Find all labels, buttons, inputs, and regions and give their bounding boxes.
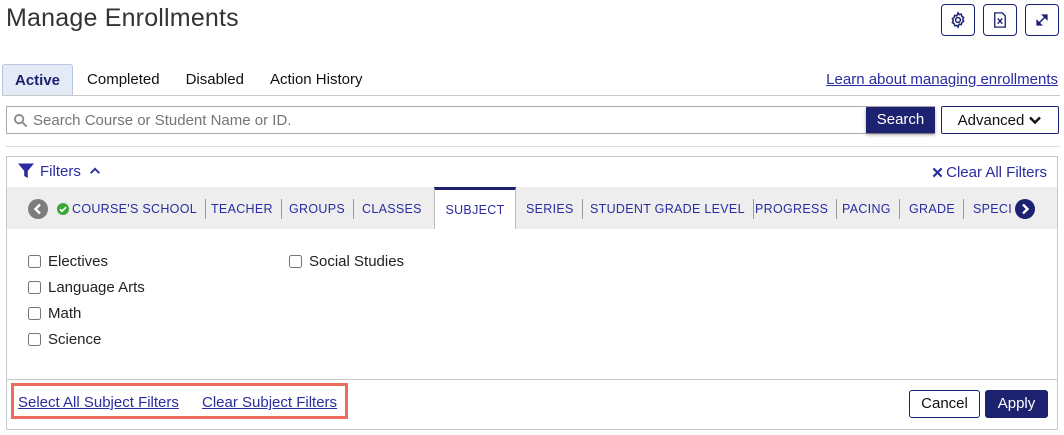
subject-option-math[interactable]: Math xyxy=(28,305,81,322)
search-button[interactable]: Search xyxy=(866,107,935,133)
funnel-icon xyxy=(18,163,34,178)
enrollment-tabs: Active Completed Disabled Action History xyxy=(2,64,374,95)
tabs-divider xyxy=(2,95,1060,96)
search-box xyxy=(6,106,935,134)
subject-option-electives[interactable]: Electives xyxy=(28,253,108,270)
chevron-up-icon xyxy=(89,167,100,174)
clear-all-filters-button[interactable]: Clear All Filters xyxy=(932,164,1047,181)
filter-tab-subject[interactable]: SUBJECT xyxy=(434,187,516,229)
option-label: Math xyxy=(48,305,82,322)
export-excel-button[interactable] xyxy=(983,4,1017,36)
filter-tab-courses-school[interactable]: COURSE'S SCHOOL xyxy=(57,199,206,219)
cancel-button[interactable]: Cancel xyxy=(909,390,980,418)
filters-panel: Filters Clear All Filters COURSE'S SCHOO… xyxy=(6,156,1058,430)
excel-export-icon xyxy=(994,12,1006,28)
chevron-left-icon xyxy=(33,203,41,215)
filter-tab-groups[interactable]: GROUPS xyxy=(289,199,354,219)
filter-tabs-prev-button[interactable] xyxy=(28,199,48,219)
apply-button[interactable]: Apply xyxy=(985,390,1048,418)
search-divider xyxy=(6,146,1060,147)
filter-category-tabs: COURSE'S SCHOOL TEACHER GROUPS CLASSES S… xyxy=(51,187,1011,229)
expand-button[interactable] xyxy=(1025,4,1059,36)
tab-active[interactable]: Active xyxy=(2,64,74,95)
filter-tab-teacher[interactable]: TEACHER xyxy=(211,199,282,219)
advanced-button[interactable]: Advanced xyxy=(941,106,1059,134)
close-icon xyxy=(932,167,943,178)
tab-completed[interactable]: Completed xyxy=(75,64,172,95)
filter-tab-label: COURSE'S SCHOOL xyxy=(72,202,197,216)
filter-tab-pacing[interactable]: PACING xyxy=(842,199,900,219)
subject-option-social-studies[interactable]: Social Studies xyxy=(289,253,404,270)
option-label: Science xyxy=(48,331,102,348)
math-checkbox[interactable] xyxy=(28,307,41,320)
filters-toggle[interactable]: Filters xyxy=(17,162,101,180)
social-studies-checkbox[interactable] xyxy=(289,255,302,268)
science-checkbox[interactable] xyxy=(28,333,41,346)
filters-label: Filters xyxy=(40,162,81,180)
expand-icon xyxy=(1036,14,1048,26)
settings-button[interactable] xyxy=(941,4,975,36)
select-all-subject-filters-link[interactable]: Select All Subject Filters xyxy=(18,394,179,411)
filter-tab-special[interactable]: SPECIA xyxy=(973,199,1011,219)
tab-disabled[interactable]: Disabled xyxy=(174,64,256,95)
language-arts-checkbox[interactable] xyxy=(28,281,41,294)
learn-link[interactable]: Learn about managing enrollments xyxy=(826,71,1058,88)
clear-subject-filters-link[interactable]: Clear Subject Filters xyxy=(202,394,337,411)
advanced-label: Advanced xyxy=(957,111,1025,129)
option-label: Electives xyxy=(48,253,109,270)
option-label: Language Arts xyxy=(48,279,145,296)
panel-footer-divider xyxy=(7,379,1057,380)
filter-tab-classes[interactable]: CLASSES xyxy=(362,199,422,219)
chevron-down-icon xyxy=(1029,116,1042,125)
filter-tab-grade[interactable]: GRADE xyxy=(909,199,964,219)
subject-option-language-arts[interactable]: Language Arts xyxy=(28,279,145,296)
filter-tab-progress[interactable]: PROGRESS xyxy=(755,199,838,219)
subject-option-science[interactable]: Science xyxy=(28,331,101,348)
filter-tab-series[interactable]: SERIES xyxy=(526,199,583,219)
chevron-right-icon xyxy=(1022,203,1030,215)
gear-icon xyxy=(951,11,965,29)
filter-category-bar: COURSE'S SCHOOL TEACHER GROUPS CLASSES S… xyxy=(7,187,1057,229)
tab-action-history[interactable]: Action History xyxy=(258,64,375,95)
filter-tabs-next-button[interactable] xyxy=(1015,199,1035,219)
check-circle-icon xyxy=(57,203,69,215)
clear-all-label: Clear All Filters xyxy=(946,164,1047,181)
electives-checkbox[interactable] xyxy=(28,255,41,268)
page-title: Manage Enrollments xyxy=(6,4,239,32)
search-input[interactable] xyxy=(33,107,863,133)
option-label: Social Studies xyxy=(309,253,405,270)
search-icon xyxy=(13,113,28,128)
filter-tab-student-grade-level[interactable]: STUDENT GRADE LEVEL xyxy=(590,199,754,219)
